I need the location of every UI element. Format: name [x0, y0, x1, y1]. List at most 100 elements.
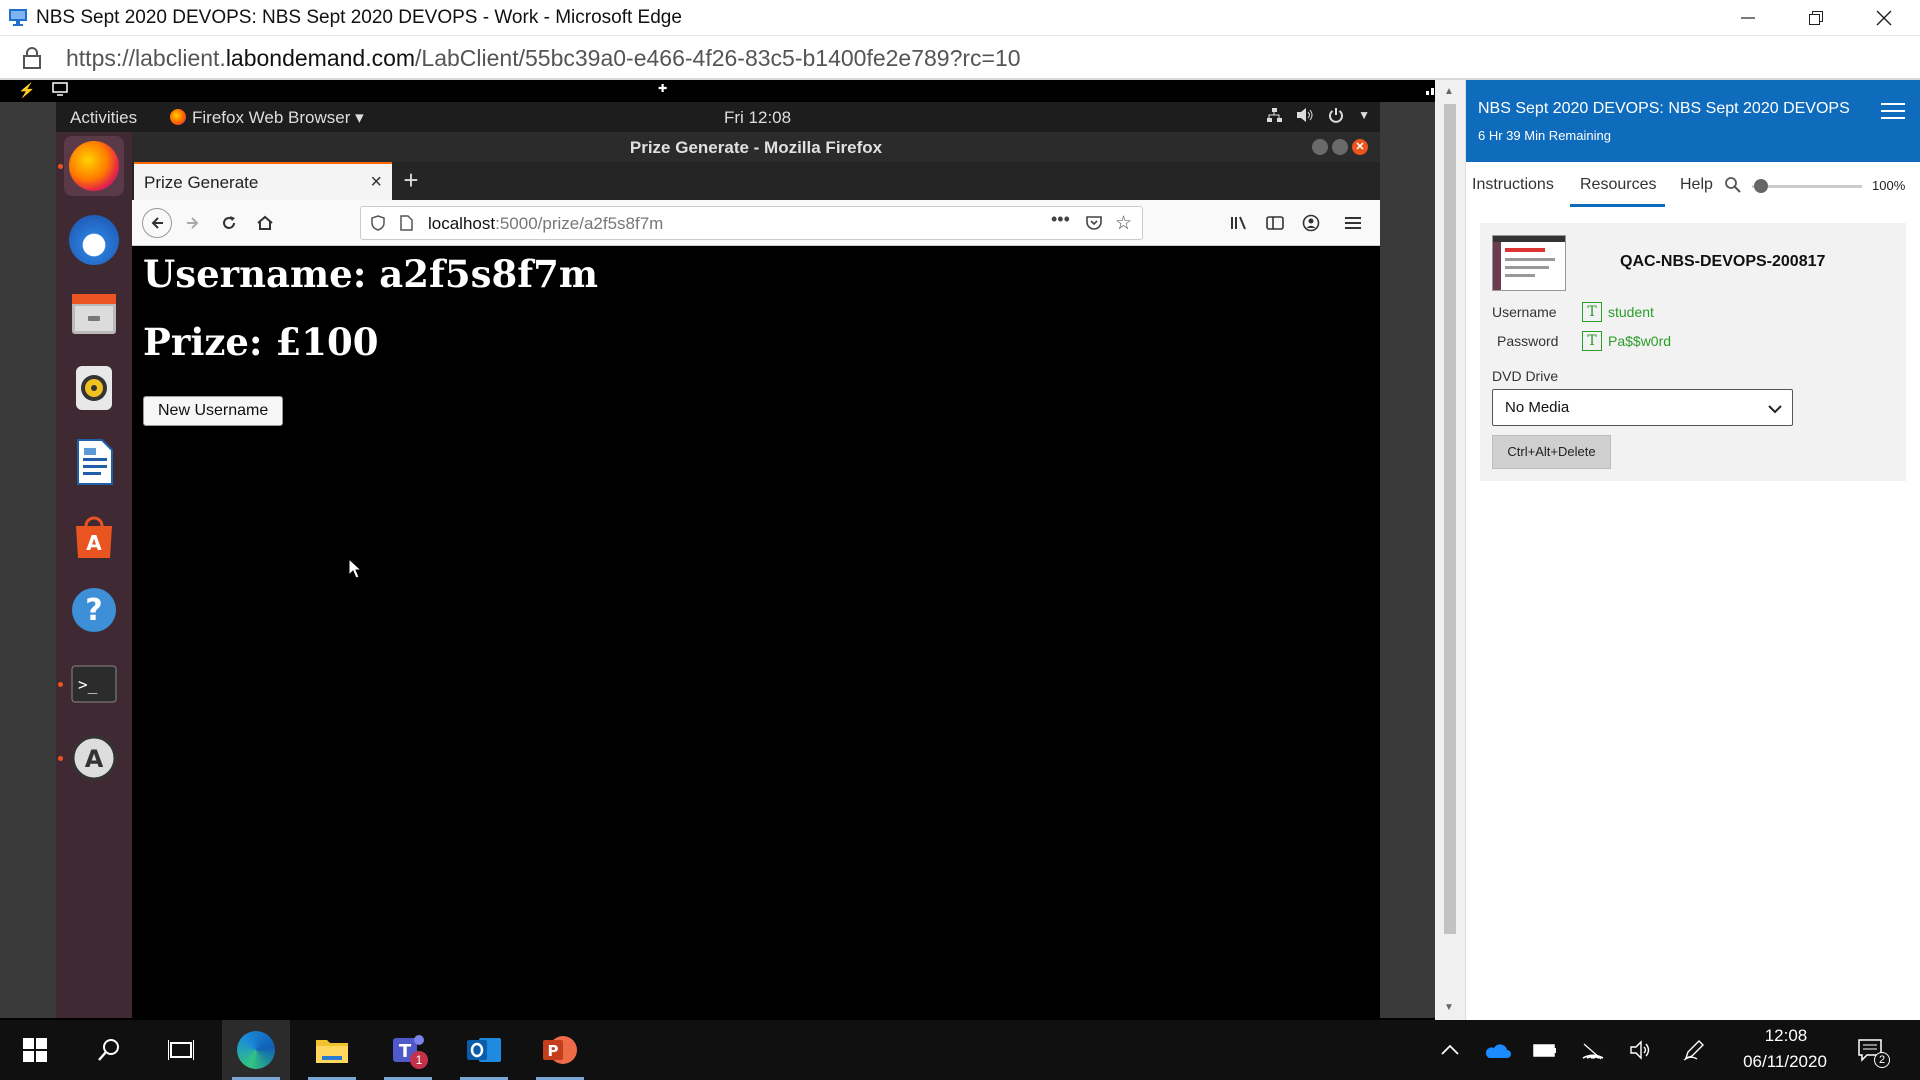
pin-icon[interactable]: ✚	[658, 82, 667, 95]
svg-text:?: ?	[85, 593, 102, 628]
dock-software[interactable]: A	[64, 506, 124, 566]
firefox-url-bar[interactable]: localhost:5000/prize/a2f5s8f7m ••• ☆	[360, 206, 1143, 240]
tab-close-icon[interactable]: ×	[370, 171, 382, 194]
lab-scrollbar[interactable]: ▲ ▼	[1435, 80, 1465, 1020]
lab-panel: NBS Sept 2020 DEVOPS: NBS Sept 2020 DEVO…	[1465, 80, 1920, 1020]
taskbar-outlook[interactable]	[450, 1020, 518, 1080]
firefox-tab-strip: Prize Generate × +	[132, 162, 1380, 200]
network-button[interactable]	[1578, 1020, 1608, 1080]
action-center-button[interactable]: 2	[1850, 1020, 1890, 1080]
rhythmbox-icon	[76, 366, 112, 410]
remote-desktop-area[interactable]: ⚡ ✚ Activities Firefox Web Browser ▾ Fri…	[0, 80, 1465, 1020]
app-menu[interactable]: Firefox Web Browser ▾	[170, 108, 364, 128]
ff-close-button[interactable]: ✕	[1352, 139, 1368, 155]
remote-desktop-icon	[8, 8, 28, 26]
password-value[interactable]: Pa$$w0rd	[1608, 333, 1671, 349]
taskbar-powerpoint[interactable]: P	[526, 1020, 594, 1080]
lab-title: NBS Sept 2020 DEVOPS: NBS Sept 2020 DEVO…	[1478, 100, 1850, 117]
type-text-icon[interactable]: T	[1582, 302, 1602, 322]
volume-button[interactable]	[1626, 1020, 1656, 1080]
tab-instructions[interactable]: Instructions	[1472, 176, 1554, 194]
writer-icon	[77, 439, 113, 485]
type-text-icon[interactable]: T	[1582, 331, 1602, 351]
tab-prize-generate[interactable]: Prize Generate ×	[134, 162, 392, 200]
dock-writer[interactable]	[64, 432, 124, 492]
scrollbar-thumb[interactable]	[1444, 104, 1456, 934]
sidebar-icon[interactable]	[1260, 208, 1290, 238]
home-button[interactable]	[250, 208, 280, 238]
taskbar-time[interactable]: 12:08	[1742, 1026, 1830, 1046]
taskbar-date[interactable]: 06/11/2020	[1735, 1052, 1835, 1072]
new-username-button[interactable]: New Username	[143, 396, 284, 426]
mouse-cursor-icon	[348, 558, 362, 579]
taskbar-teams[interactable]: T 1	[374, 1020, 442, 1080]
vm-name: QAC-NBS-DEVOPS-200817	[1620, 253, 1826, 270]
address-url[interactable]: https://labclient.labondemand.com/LabCli…	[66, 45, 1021, 72]
gnome-top-bar: Activities Firefox Web Browser ▾ Fri 12:…	[56, 102, 1380, 132]
terminal-icon: >_	[71, 665, 117, 703]
ff-minimize-button[interactable]	[1312, 139, 1328, 155]
pen-button[interactable]	[1680, 1020, 1710, 1080]
show-hidden-icons-button[interactable]	[1434, 1020, 1466, 1080]
tab-resources[interactable]: Resources	[1580, 176, 1656, 194]
search-button[interactable]	[76, 1020, 142, 1080]
firefox-url[interactable]: localhost:5000/prize/a2f5s8f7m	[428, 214, 663, 234]
shield-icon[interactable]	[371, 215, 385, 236]
dock-firefox[interactable]	[64, 136, 124, 196]
lightning-icon[interactable]: ⚡	[18, 82, 35, 99]
dock-files[interactable]	[64, 284, 124, 344]
username-heading: Username: a2f5s8f7m	[143, 252, 599, 296]
username-value[interactable]: student	[1608, 304, 1654, 320]
edge-address-bar[interactable]: https://labclient.labondemand.com/LabCli…	[0, 36, 1920, 80]
dock-updater[interactable]: A	[64, 728, 124, 788]
task-view-button[interactable]	[148, 1020, 214, 1080]
close-window-button[interactable]	[1850, 0, 1918, 36]
hamburger-menu-icon[interactable]	[1338, 208, 1368, 238]
resource-card: QAC-NBS-DEVOPS-200817 Username T student…	[1480, 223, 1906, 481]
edge-title-bar: NBS Sept 2020 DEVOPS: NBS Sept 2020 DEVO…	[0, 0, 1920, 36]
dock-rhythmbox[interactable]	[64, 358, 124, 418]
monitor-icon[interactable]	[52, 82, 68, 99]
ctrl-alt-delete-button[interactable]: Ctrl+Alt+Delete	[1492, 435, 1611, 469]
restore-button[interactable]	[1782, 0, 1850, 36]
zoom-control[interactable]: 100%	[1724, 176, 1914, 196]
chevron-up-icon	[1441, 1044, 1459, 1055]
url-host: localhost	[428, 214, 496, 233]
account-icon[interactable]	[1296, 208, 1326, 238]
notification-count: 2	[1874, 1052, 1890, 1068]
battery-button[interactable]	[1530, 1020, 1560, 1080]
back-button[interactable]	[142, 208, 172, 238]
ff-maximize-button[interactable]	[1332, 139, 1348, 155]
library-icon[interactable]	[1224, 208, 1254, 238]
zoom-slider-handle[interactable]	[1754, 179, 1768, 193]
dock-thunderbird[interactable]	[64, 210, 124, 270]
bookmark-star-icon[interactable]: ☆	[1115, 212, 1132, 235]
minimize-button[interactable]	[1714, 0, 1782, 36]
start-button[interactable]	[0, 1020, 70, 1080]
search-icon	[98, 1039, 119, 1061]
reload-button[interactable]	[214, 208, 244, 238]
zoom-slider-track[interactable]	[1752, 185, 1862, 188]
gnome-clock[interactable]: Fri 12:08	[724, 108, 791, 128]
new-tab-button[interactable]: +	[396, 166, 426, 196]
taskbar-file-explorer[interactable]	[298, 1020, 366, 1080]
forward-button[interactable]	[178, 208, 208, 238]
dock-terminal[interactable]: >_	[64, 654, 124, 714]
svg-text:A: A	[85, 745, 104, 773]
dock-help[interactable]: ?	[64, 580, 124, 640]
lock-icon	[22, 46, 42, 75]
taskbar-edge[interactable]	[222, 1020, 290, 1080]
firefox-window: Prize Generate - Mozilla Firefox ✕ Prize…	[132, 132, 1380, 1018]
page-info-icon[interactable]	[399, 215, 413, 236]
scroll-up-icon[interactable]: ▲	[1444, 86, 1454, 97]
scroll-down-icon[interactable]: ▼	[1444, 1002, 1454, 1013]
dvd-drive-select[interactable]: No Media	[1492, 389, 1793, 426]
panel-menu-icon[interactable]	[1881, 102, 1905, 125]
onedrive-button[interactable]	[1482, 1020, 1512, 1080]
pocket-icon[interactable]	[1085, 215, 1103, 236]
vm-thumbnail[interactable]	[1492, 235, 1566, 291]
gnome-tray[interactable]: ▼	[1266, 107, 1370, 128]
page-actions-icon[interactable]: •••	[1051, 209, 1070, 230]
tab-help[interactable]: Help	[1680, 176, 1713, 194]
activities-button[interactable]: Activities	[70, 108, 137, 128]
